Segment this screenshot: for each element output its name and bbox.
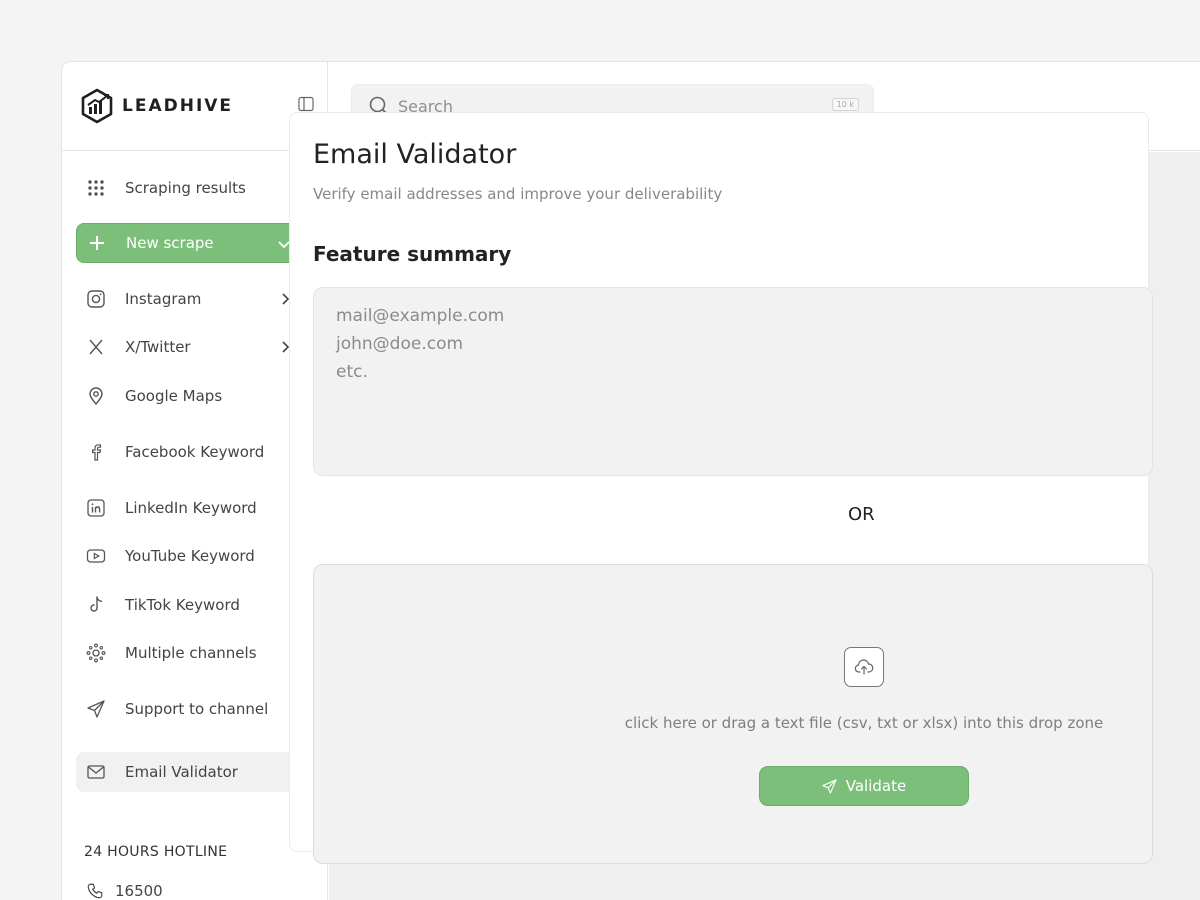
brand-header: LEADHIVE bbox=[62, 62, 327, 151]
or-divider-label: OR bbox=[848, 504, 875, 525]
sidebar-item-label: Instagram bbox=[125, 290, 202, 308]
brand-name: LEADHIVE bbox=[122, 96, 234, 116]
facebook-icon bbox=[86, 442, 106, 462]
sidebar-item-label: X/Twitter bbox=[125, 338, 191, 356]
sidebar-item-facebook-keyword[interactable]: Facebook Keyword bbox=[76, 432, 305, 472]
network-icon bbox=[86, 643, 106, 663]
sidebar-item-label: TikTok Keyword bbox=[125, 596, 240, 614]
sidebar-item-x-twitter[interactable]: X/Twitter bbox=[76, 327, 305, 367]
sidebar-item-instagram[interactable]: Instagram bbox=[76, 279, 305, 319]
sidebar-item-label: Scraping results bbox=[125, 179, 246, 197]
sidebar-item-label: New scrape bbox=[126, 234, 214, 252]
hotline-title: 24 HOURS HOTLINE bbox=[84, 844, 228, 860]
plus-icon bbox=[87, 233, 107, 253]
map-pin-icon bbox=[86, 386, 106, 406]
send-icon bbox=[86, 699, 106, 719]
sidebar-item-support-to-channel[interactable]: Support to channel bbox=[76, 689, 305, 729]
hotline-number[interactable]: 16500 bbox=[86, 882, 163, 900]
file-drop-zone[interactable]: click here or drag a text file (csv, txt… bbox=[313, 564, 1153, 864]
drop-zone-instructions: click here or drag a text file (csv, txt… bbox=[624, 714, 1104, 732]
hexagon-chart-logo bbox=[81, 88, 113, 124]
sidebar-item-label: Support to channel bbox=[125, 700, 269, 718]
tiktok-icon bbox=[86, 595, 106, 615]
sidebar-item-scraping-results[interactable]: Scraping results bbox=[76, 168, 305, 208]
sidebar-item-youtube-keyword[interactable]: YouTube Keyword bbox=[76, 536, 305, 576]
hotline-number-text: 16500 bbox=[115, 882, 163, 900]
sidebar-item-email-validator[interactable]: Email Validator bbox=[76, 752, 305, 792]
email-validator-card: Email Validator Verify email addresses a… bbox=[289, 112, 1153, 864]
search-shortcut-badge: 10 k bbox=[831, 98, 859, 111]
sidebar-item-tiktok-keyword[interactable]: TikTok Keyword bbox=[76, 585, 305, 625]
grid-dots-icon bbox=[86, 178, 106, 198]
new-scrape-button[interactable]: New scrape bbox=[76, 223, 305, 263]
page-title: Email Validator bbox=[313, 139, 517, 170]
validate-button[interactable]: Validate bbox=[759, 766, 969, 806]
sidebar-item-google-maps[interactable]: Google Maps bbox=[76, 376, 305, 416]
page-subtitle: Verify email addresses and improve your … bbox=[313, 185, 723, 203]
sidebar-item-label: YouTube Keyword bbox=[125, 547, 255, 565]
x-icon bbox=[86, 337, 106, 357]
validate-button-label: Validate bbox=[845, 777, 907, 795]
mail-icon bbox=[86, 762, 106, 782]
phone-icon bbox=[87, 883, 103, 899]
cloud-upload-icon bbox=[844, 647, 884, 687]
sidebar-item-linkedin-keyword[interactable]: LinkedIn Keyword bbox=[76, 488, 305, 528]
email-list-input[interactable] bbox=[313, 287, 1153, 476]
sidebar-item-label: Google Maps bbox=[125, 387, 223, 405]
send-icon bbox=[822, 778, 837, 794]
sidebar-item-label: LinkedIn Keyword bbox=[125, 499, 257, 517]
section-title: Feature summary bbox=[313, 242, 512, 266]
linkedin-icon bbox=[86, 498, 106, 518]
sidebar-item-multiple-channels[interactable]: Multiple channels bbox=[76, 633, 305, 673]
instagram-icon bbox=[86, 289, 106, 309]
sidebar-toggle-icon[interactable] bbox=[298, 96, 314, 112]
youtube-icon bbox=[86, 546, 106, 566]
sidebar-item-label: Facebook Keyword bbox=[125, 443, 265, 461]
sidebar-item-label: Email Validator bbox=[125, 763, 238, 781]
sidebar-item-label: Multiple channels bbox=[125, 644, 257, 662]
